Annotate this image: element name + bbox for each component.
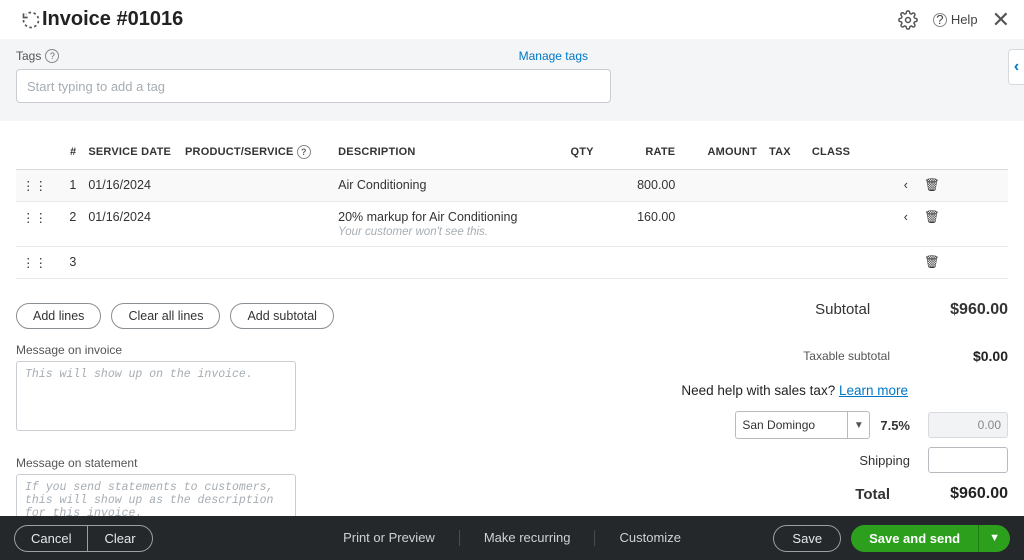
col-service-date: SERVICE DATE — [82, 139, 179, 170]
save-button[interactable]: Save — [773, 525, 841, 552]
tax-rate-value: 7.5% — [880, 418, 910, 433]
help-icon: ? — [933, 13, 947, 27]
product-service-help-icon[interactable]: ? — [297, 145, 311, 159]
customize-link[interactable]: Customize — [620, 530, 681, 546]
save-and-send-caret[interactable]: ▼ — [978, 525, 1010, 552]
taxable-subtotal-value: $0.00 — [908, 348, 1008, 364]
add-lines-button[interactable]: Add lines — [16, 303, 101, 329]
sales-tax-learn-more-link[interactable]: Learn more — [839, 383, 908, 398]
clear-button[interactable]: Clear — [87, 525, 152, 552]
col-amount: AMOUNT — [681, 139, 763, 170]
subtotal-value: $960.00 — [950, 301, 1008, 319]
tags-help-icon[interactable]: ? — [45, 49, 59, 63]
row-collapse-icon[interactable]: ‹ — [898, 170, 918, 202]
col-number: # — [54, 139, 83, 170]
cancel-button[interactable]: Cancel — [14, 525, 87, 552]
sales-tax-help: Need help with sales tax? Learn more — [681, 383, 908, 398]
gear-icon[interactable] — [897, 9, 919, 31]
message-invoice-input[interactable] — [16, 361, 296, 431]
drag-handle-icon[interactable]: ⋮⋮ — [16, 170, 54, 202]
collapse-panel-button[interactable] — [1008, 49, 1024, 85]
line-items-table: # SERVICE DATE PRODUCT/SERVICE ? DESCRIP… — [16, 139, 1008, 279]
col-tax: TAX — [763, 139, 806, 170]
make-recurring-link[interactable]: Make recurring — [484, 530, 571, 546]
add-subtotal-button[interactable]: Add subtotal — [230, 303, 334, 329]
col-qty: QTY — [536, 139, 599, 170]
tags-input[interactable] — [16, 69, 611, 103]
table-row[interactable]: ⋮⋮ 3 🗑 — [16, 247, 1008, 279]
col-description: DESCRIPTION — [332, 139, 536, 170]
tax-amount-display — [928, 412, 1008, 438]
total-value: $960.00 — [908, 485, 1008, 503]
shipping-input[interactable] — [928, 447, 1008, 473]
message-invoice-label: Message on invoice — [16, 343, 316, 357]
delete-row-icon[interactable]: 🗑 — [918, 247, 946, 279]
manage-tags-link[interactable]: Manage tags — [519, 49, 588, 63]
drag-handle-icon[interactable]: ⋮⋮ — [16, 247, 54, 279]
drag-handle-icon[interactable]: ⋮⋮ — [16, 202, 54, 247]
taxable-subtotal-label: Taxable subtotal — [803, 349, 890, 363]
col-rate: RATE — [600, 139, 682, 170]
col-class: CLASS — [806, 139, 898, 170]
row-collapse-icon[interactable]: ‹ — [898, 202, 918, 247]
total-label: Total — [855, 486, 890, 503]
page-title: Invoice #01016 — [42, 8, 183, 31]
tags-label: Tags — [16, 49, 41, 63]
help-button[interactable]: ? Help — [929, 12, 978, 27]
save-and-send-button[interactable]: Save and send — [851, 525, 978, 552]
message-statement-label: Message on statement — [16, 456, 316, 470]
close-icon[interactable]: ✕ — [992, 9, 1010, 31]
col-product-service: PRODUCT/SERVICE ? — [179, 139, 332, 170]
delete-row-icon[interactable]: 🗑 — [918, 170, 946, 202]
history-icon[interactable] — [20, 9, 42, 31]
shipping-label: Shipping — [859, 453, 910, 468]
clear-all-lines-button[interactable]: Clear all lines — [111, 303, 220, 329]
tax-jurisdiction-select[interactable]: San Domingo ▼ — [735, 411, 870, 439]
help-label: Help — [951, 12, 978, 27]
chevron-down-icon: ▼ — [847, 412, 869, 438]
table-row[interactable]: ⋮⋮ 2 01/16/2024 20% markup for Air Condi… — [16, 202, 1008, 247]
subtotal-label: Subtotal — [815, 301, 870, 318]
delete-row-icon[interactable]: 🗑 — [918, 202, 946, 247]
table-row[interactable]: ⋮⋮ 1 01/16/2024 Air Conditioning 800.00 … — [16, 170, 1008, 202]
print-preview-link[interactable]: Print or Preview — [343, 530, 435, 546]
